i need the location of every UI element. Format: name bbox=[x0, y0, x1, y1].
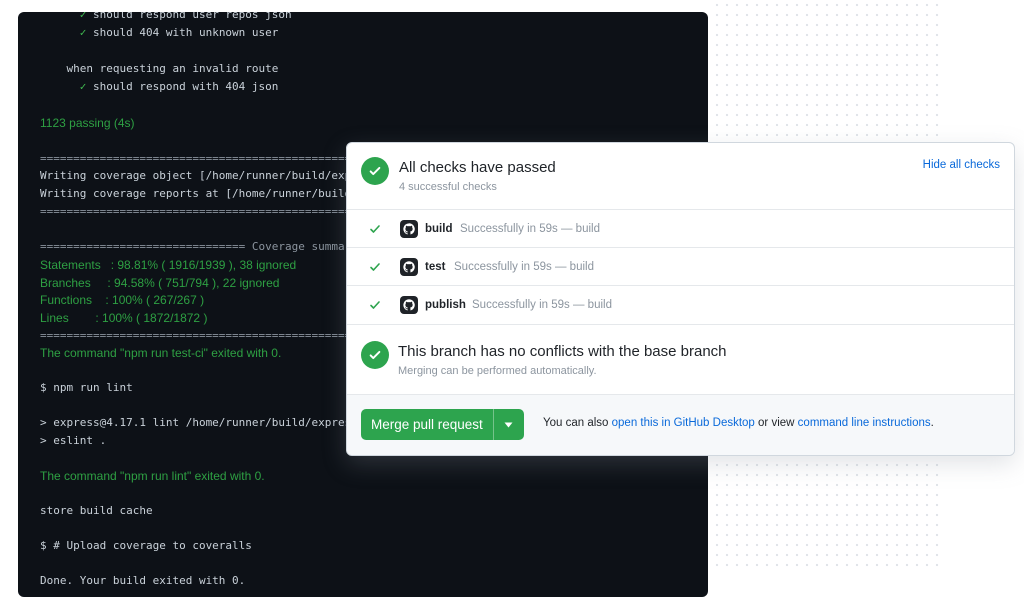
checks-title: All checks have passed bbox=[399, 159, 556, 176]
check-status: Successfully in 59s — build bbox=[460, 223, 600, 235]
log-line: Lines : 100% ( 1872/1872 ) bbox=[40, 311, 208, 325]
log-line: > express@4.17.1 lint /home/runner/build… bbox=[40, 416, 358, 429]
log-line: Functions : 100% ( 267/267 ) bbox=[40, 293, 205, 307]
merge-button-group: Merge pull request bbox=[361, 409, 524, 440]
log-line: ========================================… bbox=[40, 205, 352, 218]
log-line: =============================== Coverage… bbox=[40, 240, 352, 253]
log-line: Branches : 94.58% ( 751/794 ), 22 ignore… bbox=[40, 276, 280, 290]
check-name: test bbox=[425, 261, 446, 273]
check-icon bbox=[370, 301, 380, 309]
command-line-instructions-link[interactable]: command line instructions bbox=[798, 417, 931, 429]
log-line: store build cache bbox=[40, 504, 153, 517]
check-name: publish bbox=[425, 299, 466, 311]
check-row-test: test Successfully in 59s — build bbox=[347, 248, 1014, 286]
open-in-desktop-link[interactable]: open this in GitHub Desktop bbox=[612, 417, 755, 429]
conflicts-title: This branch has no conflicts with the ba… bbox=[398, 343, 727, 360]
check-circle-icon bbox=[361, 157, 389, 185]
merge-help-text: You can also open this in GitHub Desktop… bbox=[543, 417, 934, 429]
log-line: $ npm run lint bbox=[40, 381, 133, 394]
check-row-build: build Successfully in 59s — build bbox=[347, 210, 1014, 248]
log-line: Done. Your build exited with 0. bbox=[40, 574, 246, 587]
log-line: ========================================… bbox=[40, 152, 352, 165]
log-line: ✓ should respond with 404 json bbox=[40, 80, 279, 93]
log-line: ========================================… bbox=[40, 329, 352, 342]
log-line: ✓ should respond user repos json bbox=[40, 12, 292, 21]
log-line: The command "npm run test-ci" exited wit… bbox=[40, 346, 282, 360]
hide-all-checks-link[interactable]: Hide all checks bbox=[923, 159, 1000, 171]
merge-pull-request-button[interactable]: Merge pull request bbox=[361, 409, 493, 440]
log-line: The command "npm run lint" exited with 0… bbox=[40, 469, 265, 483]
check-circle-icon bbox=[361, 341, 389, 369]
github-icon bbox=[400, 296, 418, 314]
conflicts-subtitle: Merging can be performed automatically. bbox=[398, 365, 597, 377]
check-icon bbox=[370, 263, 380, 271]
log-line: > eslint . bbox=[40, 434, 107, 447]
check-status: Successfully in 59s — build bbox=[472, 299, 612, 311]
merge-checks-panel: All checks have passed 4 successful chec… bbox=[346, 142, 1015, 456]
log-line: Writing coverage object [/home/runner/bu… bbox=[40, 169, 352, 182]
github-icon bbox=[400, 220, 418, 238]
check-icon bbox=[370, 225, 380, 233]
caret-down-icon bbox=[504, 422, 513, 427]
checks-subtitle: 4 successful checks bbox=[399, 181, 497, 193]
check-row-publish: publish Successfully in 59s — build bbox=[347, 286, 1014, 324]
merge-footer: Merge pull request You can also open thi… bbox=[347, 394, 1014, 455]
log-line: Statements : 98.81% ( 1916/1939 ), 38 ig… bbox=[40, 258, 297, 272]
github-icon bbox=[400, 258, 418, 276]
log-line: Writing coverage reports at [/home/runne… bbox=[40, 187, 358, 200]
divider bbox=[347, 324, 1014, 325]
log-line: when requesting an invalid route bbox=[40, 62, 279, 75]
log-line: $ # Upload coverage to coveralls bbox=[40, 539, 252, 552]
divider bbox=[347, 394, 1014, 395]
check-status: Successfully in 59s — build bbox=[454, 261, 594, 273]
log-line: 1123 passing (4s) bbox=[40, 116, 135, 130]
log-line: ✓ should 404 with unknown user bbox=[40, 26, 279, 39]
merge-options-dropdown[interactable] bbox=[492, 409, 524, 440]
check-name: build bbox=[425, 223, 453, 235]
